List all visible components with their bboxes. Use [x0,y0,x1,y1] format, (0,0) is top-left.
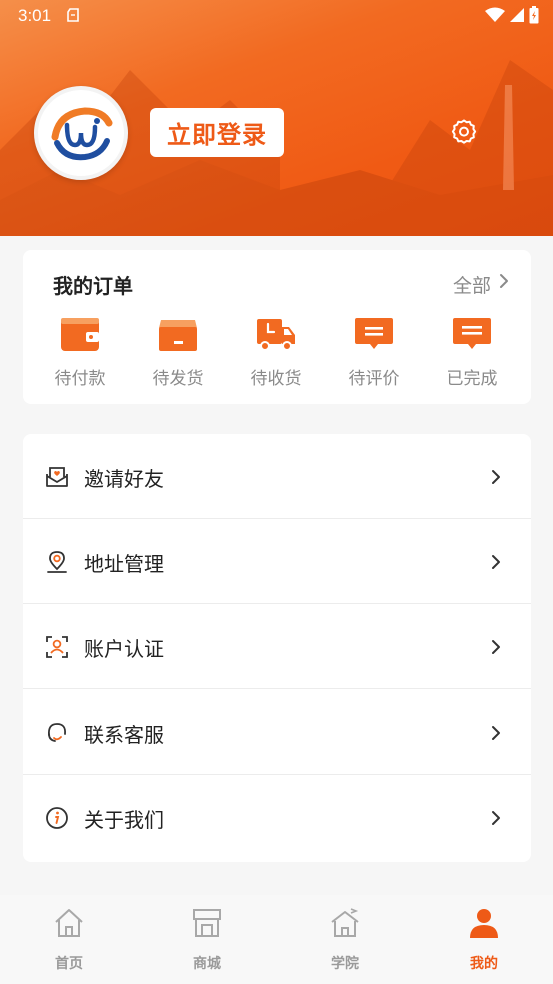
chevron-right-icon[interactable] [499,273,509,289]
menu-item-label: 关于我们 [84,808,164,832]
bottom-tab-bar: 首页 商城 学院 我的 [0,895,553,984]
order-status-label: 待收货 [250,369,302,389]
signal-icon [510,8,524,22]
status-icons [485,6,539,24]
order-status-label: 待付款 [54,369,106,389]
wallet-icon [61,318,99,351]
tab-me[interactable]: 我的 [444,907,524,977]
box-icon [159,320,197,351]
headset-icon [48,723,66,742]
menu-item-address-management[interactable]: 地址管理 [23,519,531,604]
status-time: 3:01 [18,6,52,25]
order-completed[interactable]: 已完成 [432,316,512,396]
orders-title: 我的订单 [53,274,133,298]
battery-icon [529,6,539,24]
order-pending-shipment[interactable]: 待发货 [138,316,218,396]
orders-view-all-link[interactable]: 全部 [453,271,491,298]
wifi-icon [485,7,505,22]
menu-item-account-verification[interactable]: 账户认证 [23,604,531,689]
user-verify-icon [46,636,68,658]
menu-item-label: 邀请好友 [84,467,164,491]
gear-icon[interactable] [450,118,478,146]
academy-icon [331,908,359,937]
order-status-label: 待评价 [348,369,400,389]
menu-item-customer-service[interactable]: 联系客服 [23,690,531,775]
login-button[interactable]: 立即登录 [150,108,284,157]
profile-header: 3:01 立即登录 [0,0,553,236]
chevron-right-icon [492,811,500,825]
home-icon [55,909,83,937]
menu-item-label: 账户认证 [84,637,164,661]
avatar[interactable] [34,86,128,180]
menu-item-label: 地址管理 [84,552,164,576]
tab-label: 首页 [55,956,83,972]
status-bar: 3:01 [0,0,553,30]
info-icon [46,807,68,829]
invite-mail-icon [46,467,68,487]
menu-item-label: 联系客服 [84,723,164,747]
menu-item-about-us[interactable]: 关于我们 [23,775,531,860]
location-pin-icon [47,551,67,573]
order-status-label: 待发货 [152,369,204,389]
chevron-right-icon [492,726,500,740]
chevron-right-icon [492,555,500,569]
my-orders-card: 我的订单 全部 待付款 待发货 待收货 待评价 已完成 [23,250,531,404]
menu-item-invite-friends[interactable]: 邀请好友 [23,434,531,519]
order-status-label: 已完成 [446,369,498,389]
truck-icon [257,319,295,351]
order-pending-review[interactable]: 待评价 [334,316,414,396]
brand-logo [49,101,113,165]
settings-menu: 邀请好友 地址管理 账户认证 联系客服 关于我们 [23,434,531,862]
chevron-right-icon [492,470,500,484]
tab-label: 我的 [470,956,498,972]
person-icon [470,909,498,938]
tab-store[interactable]: 商城 [167,907,247,977]
tab-academy[interactable]: 学院 [305,907,385,977]
order-pending-payment[interactable]: 待付款 [40,316,120,396]
tab-label: 学院 [331,956,359,972]
comment-icon [355,318,393,349]
chevron-right-icon [492,640,500,654]
order-pending-receipt[interactable]: 待收货 [236,316,316,396]
tab-home[interactable]: 首页 [29,907,109,977]
sd-card-icon [67,8,79,22]
message-done-icon [453,318,491,349]
tab-label: 商城 [193,956,221,972]
store-icon [193,909,221,937]
